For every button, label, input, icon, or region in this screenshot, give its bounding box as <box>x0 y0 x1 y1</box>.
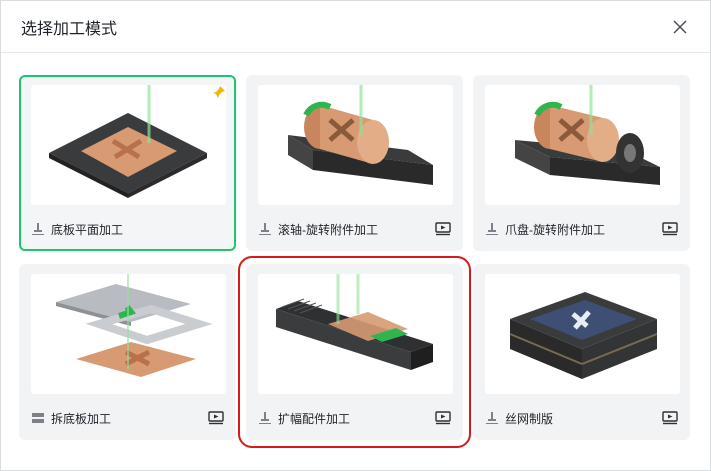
laser-flat-icon <box>485 411 499 425</box>
mode-card-remove-base[interactable]: 拆底板加工 <box>19 264 236 440</box>
mode-label: 拆底板加工 <box>51 411 112 426</box>
mode-thumbnail <box>485 85 680 205</box>
select-mode-dialog: 选择加工模式 底板平面加工 滚轴-旋转附件加工 爪盘-旋转附件加工 拆底板加工 … <box>0 0 711 471</box>
mode-label: 扩幅配件加工 <box>278 411 351 426</box>
mode-card-flat-base[interactable]: 底板平面加工 <box>19 75 236 251</box>
mode-thumbnail <box>485 274 680 394</box>
mode-card-roller-rotary[interactable]: 滚轴-旋转附件加工 <box>246 75 463 251</box>
play-video-icon[interactable] <box>662 411 678 425</box>
mode-label: 底板平面加工 <box>51 222 124 237</box>
play-video-icon[interactable] <box>662 222 678 236</box>
mode-thumbnail <box>258 274 453 394</box>
mode-label: 爪盘-旋转附件加工 <box>505 222 605 237</box>
pin-icon[interactable] <box>212 85 226 99</box>
laser-flat-icon <box>258 411 272 425</box>
dialog-title: 选择加工模式 <box>21 20 118 38</box>
laser-flat-icon <box>485 222 499 236</box>
dialog-header: 选择加工模式 <box>1 1 710 53</box>
close-icon <box>673 19 687 34</box>
mode-thumbnail <box>258 85 453 205</box>
mode-card-screen-printing[interactable]: 丝网制版 <box>473 264 690 440</box>
remove-base-icon <box>31 411 45 425</box>
laser-flat-icon <box>258 222 272 236</box>
mode-card-chuck-rotary[interactable]: 爪盘-旋转附件加工 <box>473 75 690 251</box>
mode-thumbnail <box>31 85 226 205</box>
play-video-icon[interactable] <box>208 411 224 425</box>
play-video-icon[interactable] <box>435 222 451 236</box>
play-video-icon[interactable] <box>435 411 451 425</box>
mode-grid: 底板平面加工 滚轴-旋转附件加工 爪盘-旋转附件加工 拆底板加工 扩幅配件加工 … <box>19 75 690 448</box>
mode-label: 滚轴-旋转附件加工 <box>278 222 378 237</box>
close-button[interactable] <box>670 17 690 37</box>
mode-thumbnail <box>31 274 226 394</box>
laser-flat-icon <box>31 222 45 236</box>
mode-card-extension[interactable]: 扩幅配件加工 <box>238 256 471 448</box>
mode-label: 丝网制版 <box>505 411 554 426</box>
